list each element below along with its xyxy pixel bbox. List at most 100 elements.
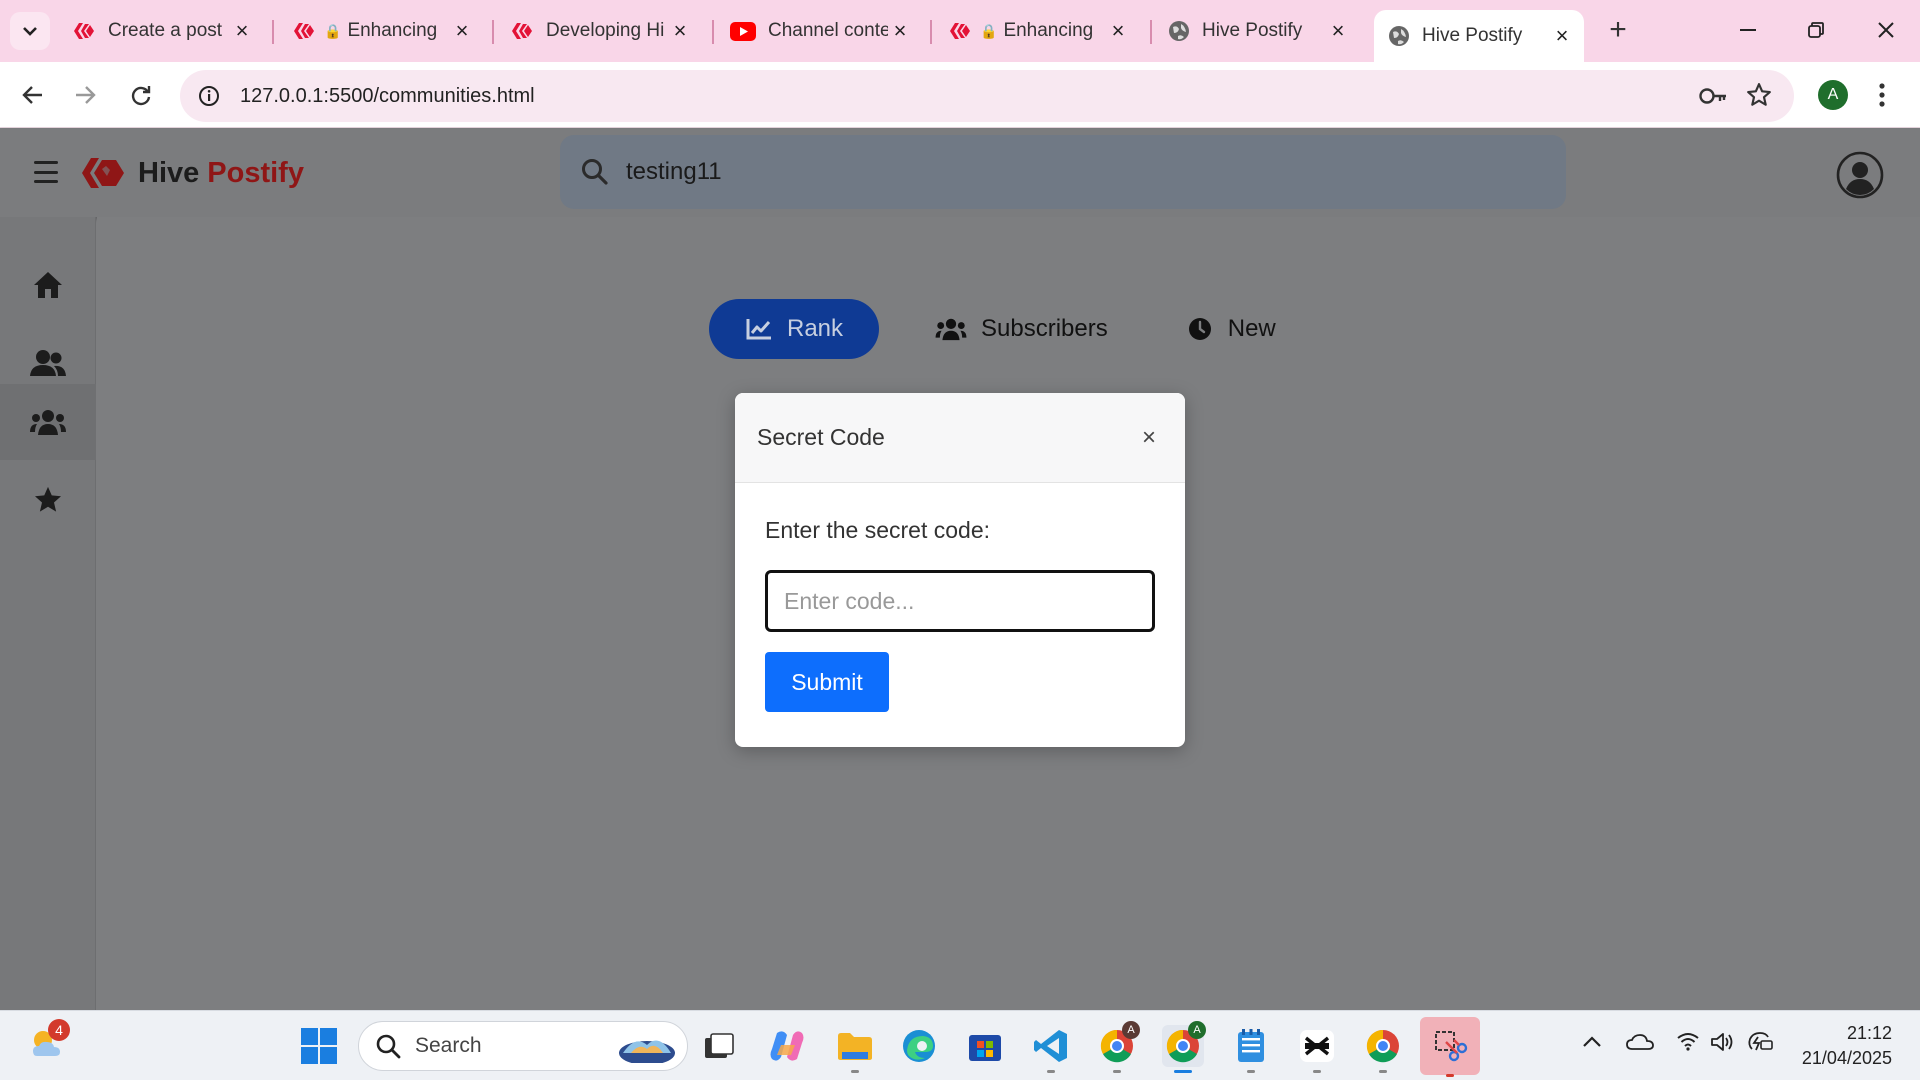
brand-logo[interactable]: Hive Postify (80, 151, 304, 195)
tray-overflow-icon[interactable] (1582, 1031, 1602, 1054)
restore-button[interactable] (1788, 8, 1844, 52)
bookmark-star-icon[interactable] (1746, 82, 1772, 113)
tab-divider (930, 20, 932, 44)
close-tab-icon[interactable]: × (668, 18, 692, 43)
running-indicator (1113, 1070, 1121, 1073)
windows-logo-icon (301, 1028, 337, 1064)
brand-name-hive: Hive (138, 156, 200, 189)
folder-icon (838, 1033, 872, 1060)
minimize-button[interactable] (1720, 8, 1776, 52)
tab-divider (712, 20, 714, 44)
secret-code-modal: Secret Code × Enter the secret code: Sub… (735, 393, 1185, 747)
browser-tab-1[interactable]: Create a post × (58, 10, 264, 52)
close-tab-icon[interactable]: × (1550, 23, 1574, 48)
close-icon[interactable]: × (1135, 424, 1163, 452)
close-tab-icon[interactable]: × (450, 18, 474, 43)
start-button[interactable] (298, 1025, 340, 1067)
address-bar[interactable]: 127.0.0.1:5500/communities.html (180, 70, 1794, 122)
close-tab-icon[interactable]: × (888, 18, 912, 43)
clock-icon (1188, 318, 1211, 340)
globe-icon (1169, 21, 1189, 41)
chrome-button[interactable] (1362, 1025, 1404, 1073)
windows-taskbar: 4 Search A A 21:12 21/04/2025 (0, 1010, 1920, 1080)
running-indicator (1313, 1070, 1321, 1073)
notepad-icon (1238, 1029, 1264, 1062)
secret-code-input[interactable] (765, 570, 1155, 632)
chrome-profile-a-button[interactable]: A (1096, 1021, 1140, 1073)
active-indicator (1174, 1070, 1192, 1073)
browser-tab-active[interactable]: Hive Postify × (1374, 10, 1584, 62)
sidebar-item-favorites[interactable] (0, 462, 96, 538)
clock-date: 21/04/2025 (1801, 1048, 1892, 1068)
close-tab-icon[interactable]: × (230, 18, 254, 43)
volume-icon[interactable] (1710, 1031, 1736, 1059)
sidebar-item-communities[interactable] (0, 384, 96, 460)
submit-button[interactable]: Submit (765, 652, 889, 712)
hive-icon (294, 23, 314, 39)
new-tab-button[interactable]: + (1600, 12, 1636, 48)
sidebar-item-home[interactable] (0, 247, 96, 323)
back-button[interactable] (14, 76, 52, 114)
browser-tab-6[interactable]: Hive Postify × (1154, 10, 1360, 52)
user-avatar-icon[interactable] (1836, 151, 1884, 199)
browser-tab-3[interactable]: Developing Hi × (496, 10, 702, 52)
modal-title: Secret Code (757, 424, 885, 450)
tab-rank[interactable]: Rank (709, 299, 880, 359)
microsoft-store-button[interactable] (964, 1025, 1006, 1067)
taskbar-search[interactable]: Search (358, 1021, 688, 1071)
reload-button[interactable] (122, 76, 160, 114)
vscode-button[interactable] (1030, 1025, 1072, 1073)
task-view-icon (705, 1033, 734, 1058)
lock-icon: 🔒 (324, 22, 342, 39)
capcut-button[interactable] (1296, 1025, 1338, 1073)
edge-button[interactable] (898, 1025, 940, 1067)
tab-divider (1150, 20, 1152, 44)
close-window-button[interactable] (1858, 8, 1914, 52)
battery-charging-icon[interactable] (1746, 1031, 1774, 1059)
running-indicator (1047, 1070, 1055, 1073)
clock[interactable]: 21:12 21/04/2025 (1788, 1021, 1892, 1071)
close-tab-icon[interactable]: × (1106, 18, 1130, 43)
clock-time: 21:12 (1846, 1023, 1892, 1043)
hive-icon (512, 23, 532, 39)
store-icon (969, 1035, 1001, 1061)
notepad-button[interactable] (1230, 1025, 1272, 1073)
taskbar-search-label: Search (415, 1034, 482, 1057)
hive-icon (74, 23, 94, 39)
chrome-active-button[interactable]: A (1162, 1021, 1206, 1073)
running-indicator (1446, 1074, 1454, 1077)
browser-tab-2[interactable]: 🔒 Enhancing × (278, 10, 484, 52)
task-view-button[interactable] (698, 1025, 740, 1067)
lock-icon: 🔒 (980, 22, 998, 39)
url-text: 127.0.0.1:5500/communities.html (240, 84, 535, 107)
snipping-tool-button[interactable] (1420, 1017, 1480, 1077)
snipping-tool-icon (1435, 1031, 1468, 1062)
tab-new[interactable]: New (1150, 299, 1312, 359)
hamburger-menu-icon[interactable] (34, 161, 58, 183)
running-indicator (1379, 1070, 1387, 1073)
chevron-down-icon (23, 27, 37, 36)
copilot-button[interactable] (766, 1025, 808, 1067)
site-info-icon[interactable] (192, 79, 226, 113)
browser-tab-4[interactable]: Channel conte × (716, 10, 922, 52)
search-bar[interactable] (560, 135, 1566, 209)
tab-search-button[interactable] (10, 12, 50, 50)
browser-tab-5[interactable]: 🔒 Enhancing × (934, 10, 1140, 52)
forward-button[interactable] (66, 76, 104, 114)
weather-widget[interactable]: 4 (26, 1019, 70, 1065)
modal-header: Secret Code × (735, 393, 1185, 483)
password-key-icon[interactable] (1698, 83, 1728, 114)
tab-title: Enhancing (347, 20, 438, 41)
tab-new-label: New (1227, 315, 1276, 342)
close-tab-icon[interactable]: × (1326, 18, 1350, 43)
browser-profile-avatar[interactable]: A (1818, 80, 1848, 110)
browser-toolbar: 127.0.0.1:5500/communities.html A (0, 62, 1920, 128)
onedrive-icon[interactable] (1626, 1033, 1654, 1057)
file-explorer-button[interactable] (834, 1025, 876, 1073)
tab-subscribers[interactable]: Subscribers (899, 299, 1144, 359)
browser-menu-icon[interactable] (1878, 82, 1886, 113)
search-input[interactable] (626, 158, 1426, 186)
app-header: Hive Postify (0, 129, 1920, 217)
wifi-icon[interactable] (1676, 1031, 1700, 1057)
running-indicator (1247, 1070, 1255, 1073)
